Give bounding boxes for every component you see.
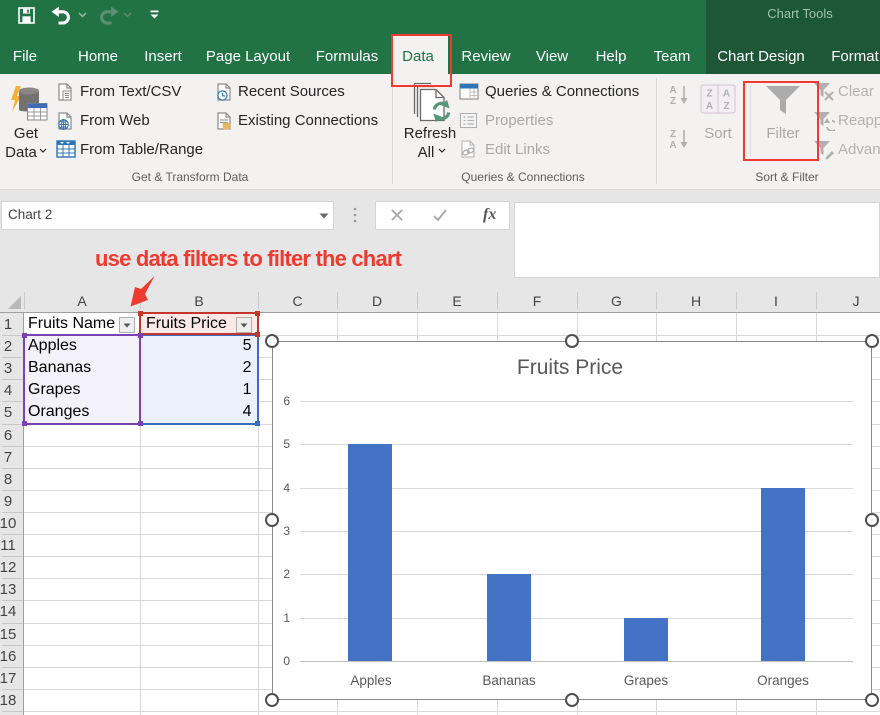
svg-text:A: A — [669, 85, 676, 96]
svg-text:Z: Z — [723, 101, 729, 112]
svg-text:A: A — [723, 89, 730, 100]
svg-text:Z: Z — [670, 129, 676, 140]
svg-text:A: A — [669, 140, 676, 150]
svg-text:Z: Z — [706, 89, 712, 100]
svg-text:A: A — [706, 101, 713, 112]
svg-text:Z: Z — [670, 96, 676, 106]
